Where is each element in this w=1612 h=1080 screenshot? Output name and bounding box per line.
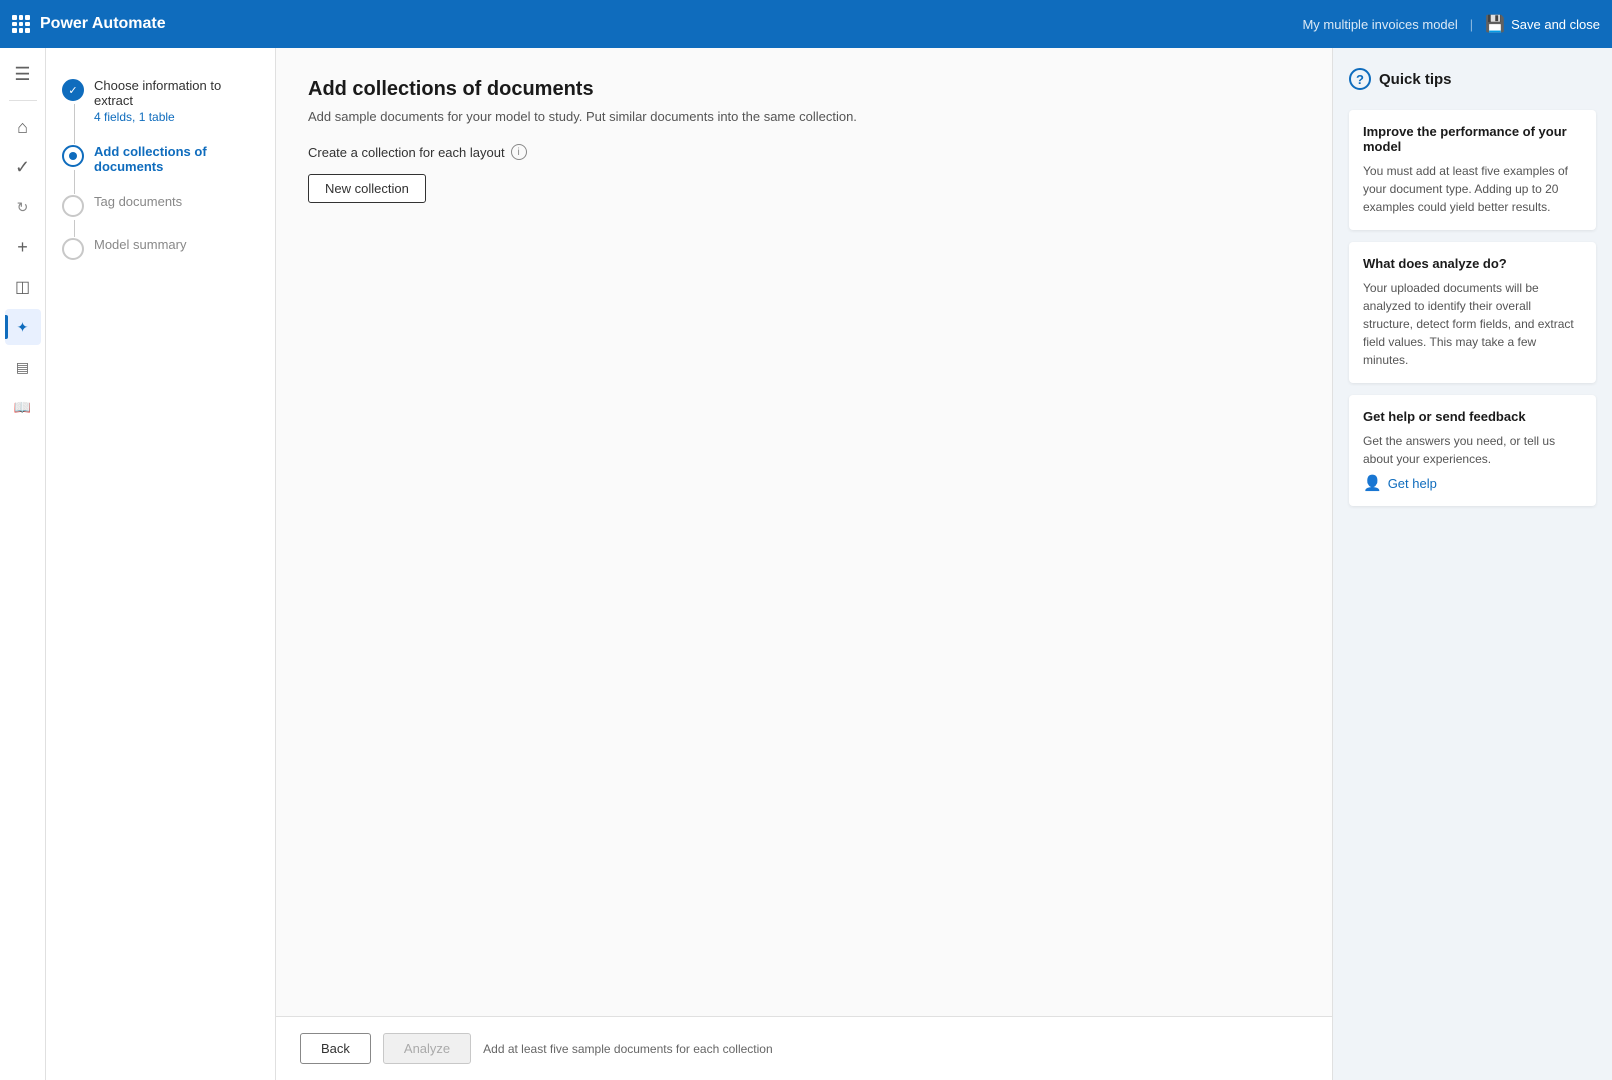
- nav-icon-ai[interactable]: ✦: [5, 309, 41, 345]
- new-collection-button[interactable]: New collection: [308, 174, 426, 203]
- save-close-label: Save and close: [1511, 17, 1600, 32]
- quick-tips-panel: ? Quick tips Improve the performance of …: [1332, 48, 1612, 1080]
- topbar-right: My multiple invoices model | 💾 Save and …: [1302, 14, 1600, 34]
- step-circle-2: [62, 145, 84, 167]
- model-name: My multiple invoices model: [1302, 17, 1457, 32]
- content-area: Add collections of documents Add sample …: [276, 48, 1332, 1080]
- quick-tips-title: Quick tips: [1379, 71, 1452, 88]
- center-and-tips: Add collections of documents Add sample …: [276, 48, 1612, 1080]
- quick-tips-header: ? Quick tips: [1349, 68, 1596, 90]
- page-title: Add collections of documents: [308, 78, 1300, 101]
- step-item-1: ✓ Choose information to extract 4 fields…: [62, 68, 259, 134]
- tip-card-1: Improve the performance of your model Yo…: [1349, 110, 1596, 230]
- nav-icon-monitor[interactable]: ◫: [5, 269, 41, 305]
- analyze-button[interactable]: Analyze: [383, 1033, 471, 1064]
- nav-divider-1: [9, 100, 37, 101]
- step-title-3: Tag documents: [94, 194, 182, 209]
- question-icon: ?: [1349, 68, 1371, 90]
- info-icon[interactable]: i: [511, 144, 527, 160]
- save-close-button[interactable]: 💾 Save and close: [1485, 14, 1600, 34]
- step-content-2: Add collections of documents: [94, 144, 259, 174]
- left-nav: ☰ ⌂ ✓ ↻ + ◫ ✦ ▤ 📖: [0, 48, 46, 1080]
- topbar-left: Power Automate: [12, 15, 166, 33]
- collection-label: Create a collection for each layout: [308, 145, 505, 160]
- nav-icon-flows[interactable]: ↻: [5, 189, 41, 225]
- tip-card-3: Get help or send feedback Get the answer…: [1349, 395, 1596, 506]
- step-item-2: Add collections of documents: [62, 134, 259, 184]
- tip-card-3-title: Get help or send feedback: [1363, 409, 1582, 424]
- steps-sidebar: ✓ Choose information to extract 4 fields…: [46, 48, 276, 1080]
- step-item-4: Model summary: [62, 227, 259, 270]
- bottom-bar: Back Analyze Add at least five sample do…: [276, 1016, 1332, 1080]
- tip-card-2-title: What does analyze do?: [1363, 256, 1582, 271]
- nav-icon-data[interactable]: ▤: [5, 349, 41, 385]
- step-content-1: Choose information to extract 4 fields, …: [94, 78, 259, 124]
- grid-menu-icon[interactable]: [12, 15, 30, 33]
- get-help-label: Get help: [1388, 476, 1437, 491]
- topbar: Power Automate My multiple invoices mode…: [0, 0, 1612, 48]
- nav-icon-add[interactable]: +: [5, 229, 41, 265]
- step-subtitle-1: 4 fields, 1 table: [94, 110, 259, 124]
- step-circle-1: ✓: [62, 79, 84, 101]
- save-icon: 💾: [1485, 14, 1505, 34]
- nav-icon-book[interactable]: 📖: [5, 389, 41, 425]
- step-title-4: Model summary: [94, 237, 186, 252]
- back-button[interactable]: Back: [300, 1033, 371, 1064]
- get-help-icon: 👤: [1363, 474, 1382, 492]
- step-item-3: Tag documents: [62, 184, 259, 227]
- nav-icon-approvals[interactable]: ✓: [5, 149, 41, 185]
- nav-icon-menu[interactable]: ☰: [5, 56, 41, 92]
- page-subtitle: Add sample documents for your model to s…: [308, 109, 1300, 124]
- separator: |: [1470, 17, 1473, 32]
- get-help-link[interactable]: 👤 Get help: [1363, 474, 1582, 492]
- step-title-1: Choose information to extract: [94, 78, 259, 108]
- step-circle-4: [62, 238, 84, 260]
- step-title-2: Add collections of documents: [94, 144, 259, 174]
- collection-label-row: Create a collection for each layout i: [308, 144, 1300, 160]
- content-main: Add collections of documents Add sample …: [276, 48, 1332, 1016]
- tip-card-2-text: Your uploaded documents will be analyzed…: [1363, 279, 1582, 369]
- tip-card-1-text: You must add at least five examples of y…: [1363, 162, 1582, 216]
- step-content-4: Model summary: [94, 237, 186, 252]
- tip-card-1-title: Improve the performance of your model: [1363, 124, 1582, 154]
- tip-card-3-text: Get the answers you need, or tell us abo…: [1363, 432, 1582, 468]
- nav-icon-home[interactable]: ⌂: [5, 109, 41, 145]
- app-title: Power Automate: [40, 15, 166, 33]
- step-content-3: Tag documents: [94, 194, 182, 209]
- step-circle-3: [62, 195, 84, 217]
- bottom-hint: Add at least five sample documents for e…: [483, 1042, 773, 1056]
- main-layout: ☰ ⌂ ✓ ↻ + ◫ ✦ ▤ 📖 ✓ Choose information t…: [0, 48, 1612, 1080]
- tip-card-2: What does analyze do? Your uploaded docu…: [1349, 242, 1596, 383]
